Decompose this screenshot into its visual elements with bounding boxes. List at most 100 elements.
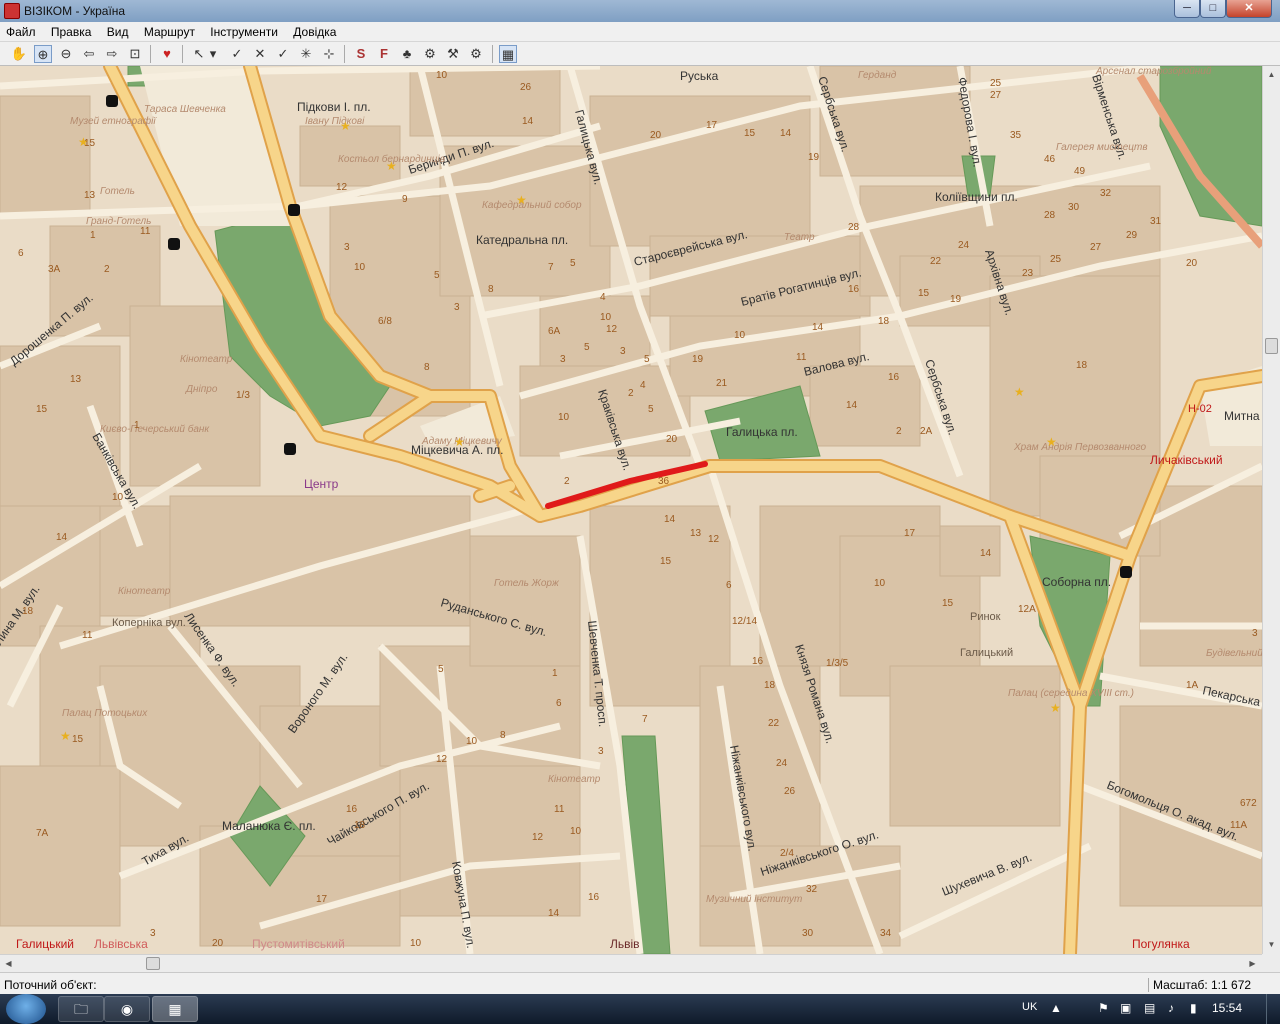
route-tool-d-icon[interactable]: ✳: [297, 45, 315, 63]
visicom-taskbar-icon[interactable]: ▦: [152, 996, 198, 1022]
svg-text:20: 20: [666, 434, 678, 445]
svg-text:6: 6: [556, 698, 562, 709]
zoom-in-icon[interactable]: ⊕: [34, 45, 52, 63]
svg-text:5: 5: [570, 258, 576, 269]
route-tool-a-icon[interactable]: ✓: [228, 45, 246, 63]
tool-s-icon[interactable]: S: [352, 45, 370, 63]
svg-text:10: 10: [466, 736, 478, 747]
forward-icon[interactable]: ⇨: [103, 45, 121, 63]
street-label: Руська: [680, 69, 719, 83]
svg-text:2: 2: [628, 388, 634, 399]
svg-text:14: 14: [980, 548, 992, 559]
svg-text:19: 19: [692, 354, 704, 365]
menu-view[interactable]: Вид: [101, 22, 135, 42]
svg-text:11: 11: [796, 352, 807, 363]
scroll-up-icon[interactable]: ▲: [1263, 66, 1280, 83]
svg-text:30: 30: [1068, 202, 1080, 213]
vertical-scrollbar[interactable]: ▲ ▼: [1262, 66, 1280, 954]
menu-help[interactable]: Довідка: [287, 22, 342, 42]
svg-text:2: 2: [104, 264, 110, 275]
flag-icon[interactable]: ⚑: [1098, 1001, 1109, 1015]
zoom-fit-icon[interactable]: ⊡: [126, 45, 144, 63]
show-desktop-button[interactable]: [1266, 994, 1280, 1024]
svg-text:15: 15: [36, 404, 48, 415]
menu-edit[interactable]: Правка: [45, 22, 98, 42]
svg-text:26: 26: [784, 786, 796, 797]
device-icon[interactable]: ▣: [1120, 1001, 1131, 1015]
explorer-taskbar-icon[interactable]: 🗀: [58, 996, 104, 1022]
tool-i-icon[interactable]: ⚒: [444, 45, 462, 63]
street-label: Галицький: [960, 647, 1013, 659]
start-button[interactable]: [6, 994, 46, 1024]
svg-text:10: 10: [558, 412, 570, 423]
poi-star-icon: ★: [454, 435, 465, 449]
volume-icon[interactable]: ♪: [1168, 1001, 1174, 1015]
horizontal-scroll-thumb[interactable]: [146, 957, 160, 970]
poi-icon[interactable]: ♥: [158, 45, 176, 63]
svg-text:1: 1: [134, 420, 140, 431]
menu-tools[interactable]: Інструменти: [204, 22, 284, 42]
power-icon[interactable]: ▮: [1190, 1001, 1197, 1015]
svg-text:1: 1: [552, 668, 558, 679]
tool-h-icon[interactable]: ⚙: [421, 45, 439, 63]
svg-text:14: 14: [846, 400, 858, 411]
layers-icon[interactable]: ▦: [499, 45, 517, 63]
menu-file[interactable]: Файл: [0, 22, 42, 42]
horizontal-scrollbar[interactable]: ◀ ▶: [0, 954, 1262, 972]
svg-text:15: 15: [72, 734, 84, 745]
svg-text:7: 7: [548, 262, 554, 273]
svg-text:32: 32: [806, 884, 818, 895]
zoom-out-icon[interactable]: ⊖: [57, 45, 75, 63]
svg-text:4: 4: [600, 292, 606, 303]
poi-label: Готель Жорж: [494, 578, 560, 589]
chrome-taskbar-icon[interactable]: ◉: [104, 996, 150, 1022]
svg-text:12/14: 12/14: [732, 616, 757, 627]
tool-f-icon[interactable]: F: [375, 45, 393, 63]
svg-text:3: 3: [454, 302, 460, 313]
tool-g-icon[interactable]: ♣: [398, 45, 416, 63]
svg-text:24: 24: [776, 758, 788, 769]
map-view[interactable]: Руська Галицька вул. Сербська вул. Федор…: [0, 66, 1262, 954]
poi-star-icon: ★: [340, 119, 351, 133]
language-indicator[interactable]: UK: [1022, 1001, 1037, 1013]
poi-label: Палац Потоцьких: [62, 708, 148, 719]
svg-text:22: 22: [930, 256, 942, 267]
network-icon[interactable]: ▤: [1144, 1001, 1155, 1015]
street-label: Львівська: [94, 937, 148, 951]
scroll-left-icon[interactable]: ◀: [0, 955, 17, 972]
route-tool-e-icon[interactable]: ⊹: [320, 45, 338, 63]
scroll-down-icon[interactable]: ▼: [1263, 936, 1280, 953]
select-arrow-icon[interactable]: ↖: [190, 45, 208, 63]
menu-route[interactable]: Маршрут: [138, 22, 201, 42]
minimize-button[interactable]: ─: [1174, 0, 1200, 18]
maximize-button[interactable]: □: [1200, 0, 1226, 18]
tram-stop-icon: [288, 204, 300, 216]
select-dropdown-icon[interactable]: ▾: [208, 45, 218, 63]
tray-arrow-icon[interactable]: ▲: [1050, 1001, 1062, 1015]
route-tool-c-icon[interactable]: ✓: [274, 45, 292, 63]
svg-text:4: 4: [640, 380, 646, 391]
svg-text:10: 10: [354, 262, 366, 273]
close-button[interactable]: ✕: [1226, 0, 1272, 18]
poi-label: Кінотеатр: [548, 774, 601, 785]
street-label: Митна: [1224, 409, 1260, 423]
tram-stop-icon: [284, 443, 296, 455]
svg-text:26: 26: [520, 82, 532, 93]
svg-text:17: 17: [706, 120, 718, 131]
street-label: Соборна пл.: [1042, 575, 1111, 589]
svg-text:5: 5: [584, 342, 590, 353]
poi-label: Герданд: [858, 70, 897, 81]
route-tool-b-icon[interactable]: ✕: [251, 45, 269, 63]
vertical-scroll-thumb[interactable]: [1265, 338, 1278, 354]
svg-text:15: 15: [744, 128, 756, 139]
map-canvas[interactable]: Руська Галицька вул. Сербська вул. Федор…: [0, 66, 1262, 954]
poi-label: Кафедральний собор: [482, 199, 582, 211]
pan-icon[interactable]: ✋: [10, 45, 28, 63]
svg-text:3: 3: [598, 746, 604, 757]
tram-stop-icon: [168, 238, 180, 250]
tool-j-icon[interactable]: ⚙: [467, 45, 485, 63]
toolbar-separator: [150, 45, 151, 63]
scroll-right-icon[interactable]: ▶: [1244, 955, 1261, 972]
back-icon[interactable]: ⇦: [80, 45, 98, 63]
clock[interactable]: 15:54: [1212, 1001, 1242, 1015]
